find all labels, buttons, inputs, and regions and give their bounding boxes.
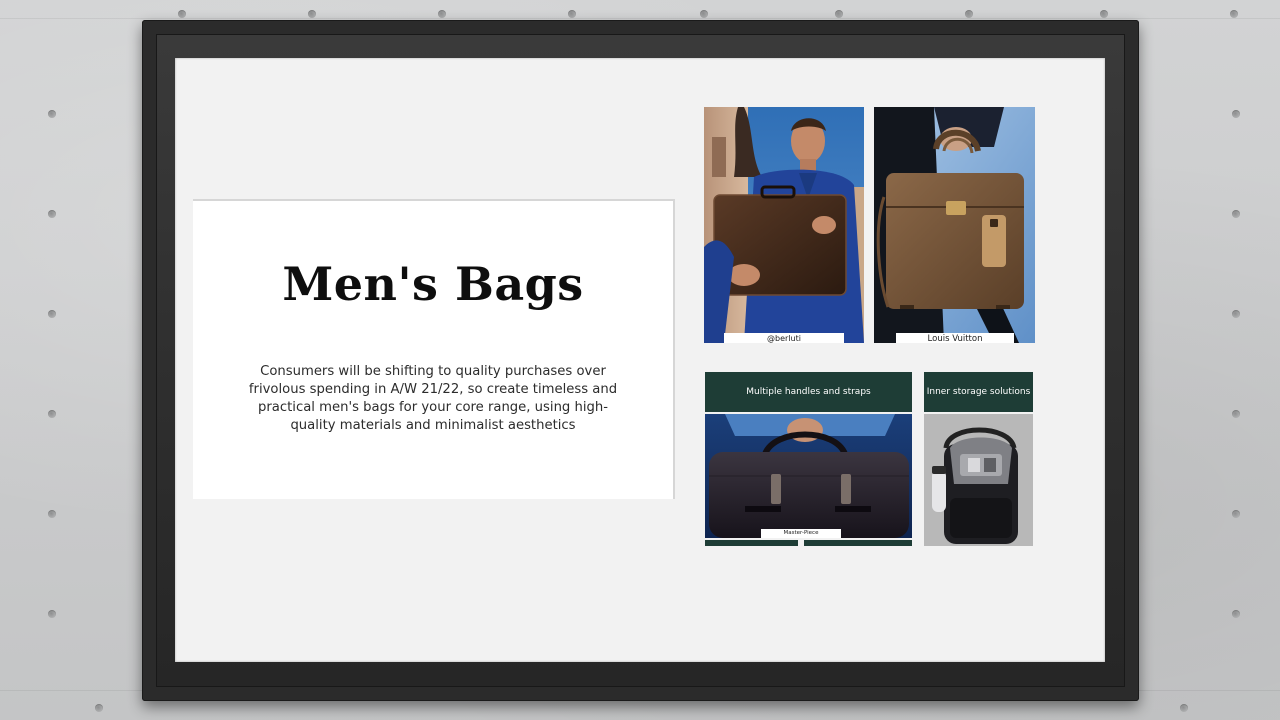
wall-hole xyxy=(48,210,56,218)
wall-hole xyxy=(568,10,576,18)
wall-hole xyxy=(1232,210,1240,218)
louis-vuitton-briefcase-image xyxy=(874,107,1035,343)
photo-caption-master-piece: Master-Piece xyxy=(761,529,841,538)
wall-hole xyxy=(1232,610,1240,618)
photo-master-piece-bag: Master-Piece xyxy=(705,414,912,538)
photo-louis-vuitton-briefcase: Louis Vuitton xyxy=(874,107,1035,343)
wall-hole xyxy=(965,10,973,18)
wall-hole xyxy=(95,704,103,712)
wall-hole xyxy=(700,10,708,18)
photo-caption-berluti: @berluti xyxy=(724,333,844,343)
wall-hole xyxy=(48,110,56,118)
wall-hole xyxy=(835,10,843,18)
wall-hole xyxy=(1232,510,1240,518)
wall-hole xyxy=(308,10,316,18)
photo-inner-storage-backpack xyxy=(924,414,1033,546)
wall-hole xyxy=(1180,704,1188,712)
inner-storage-backpack-image xyxy=(924,414,1033,546)
wall-hole xyxy=(1232,110,1240,118)
wall-hole xyxy=(1100,10,1108,18)
wall-hole xyxy=(48,410,56,418)
slide-canvas: Men's Bags Consumers will be shifting to… xyxy=(175,58,1105,662)
slide-description: Consumers will be shifting to quality pu… xyxy=(248,364,618,433)
wall-hole xyxy=(48,310,56,318)
label-multiple-handles: Multiple handles and straps xyxy=(705,372,912,412)
wall-hole xyxy=(1230,10,1238,18)
wall-hole xyxy=(1232,410,1240,418)
wall-hole xyxy=(48,510,56,518)
title-card: Men's Bags Consumers will be shifting to… xyxy=(193,199,675,499)
master-piece-bag-image xyxy=(705,414,912,538)
slide-title: Men's Bags xyxy=(282,257,584,311)
wall-hole xyxy=(178,10,186,18)
photo-berluti-briefcase: @berluti xyxy=(704,107,864,343)
berluti-briefcase-image xyxy=(704,107,864,343)
wall-seam xyxy=(0,18,1280,19)
wall-hole xyxy=(438,10,446,18)
label-strip xyxy=(705,540,798,546)
photo-caption-louis-vuitton: Louis Vuitton xyxy=(896,333,1014,343)
label-strip xyxy=(804,540,912,546)
wall-hole xyxy=(48,610,56,618)
label-inner-storage: Inner storage solutions xyxy=(924,372,1033,412)
wall-hole xyxy=(1232,310,1240,318)
